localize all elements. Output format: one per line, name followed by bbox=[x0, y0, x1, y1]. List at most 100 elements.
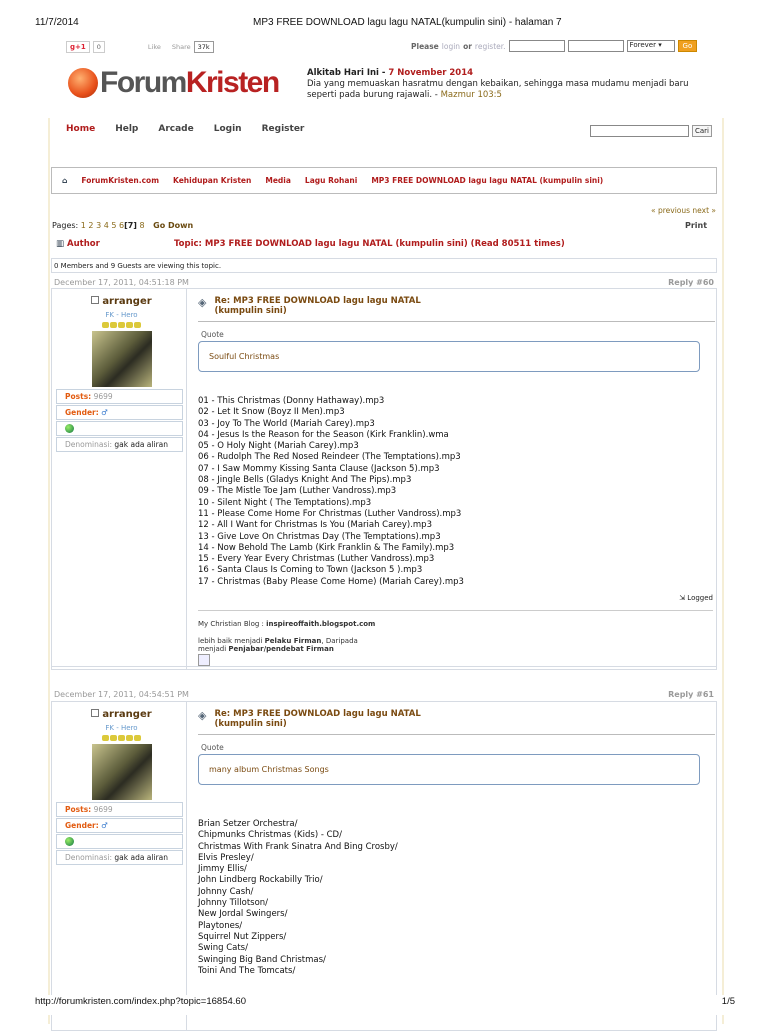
share-button[interactable]: Share bbox=[172, 43, 191, 51]
breadcrumb-item[interactable]: MP3 FREE DOWNLOAD lagu lagu NATAL (kumpu… bbox=[371, 176, 603, 185]
page-link[interactable]: 4 bbox=[104, 221, 109, 230]
post-title[interactable]: Re: MP3 FREE DOWNLOAD lagu lagu NATAL (k… bbox=[214, 296, 444, 316]
offline-icon bbox=[91, 709, 100, 717]
list-item: 04 - Jesus Is the Reason for the Season … bbox=[198, 429, 449, 440]
male-icon: ♂ bbox=[101, 821, 108, 830]
author-column-label: Author bbox=[67, 239, 100, 249]
search-input[interactable] bbox=[590, 125, 689, 137]
nav-login[interactable]: Login bbox=[214, 124, 242, 134]
list-item: New Jordal Swingers/ bbox=[198, 909, 288, 920]
signature: My Christian Blog : inspireoffaith.blogs… bbox=[198, 610, 713, 667]
post-body: ◈ Re: MP3 FREE DOWNLOAD lagu lagu NATAL … bbox=[198, 709, 715, 977]
list-item: Elvis Presley/ bbox=[198, 852, 254, 863]
avatar bbox=[91, 744, 152, 800]
posts-count: Posts: 9699 bbox=[56, 802, 183, 817]
print-title: MP3 FREE DOWNLOAD lagu lagu NATAL(kumpul… bbox=[253, 17, 562, 28]
topic-title: Topic: MP3 FREE DOWNLOAD lagu lagu NATAL… bbox=[174, 239, 565, 249]
login-prompt: Please bbox=[411, 41, 439, 51]
list-item: 13 - Give Love On Christmas Day (The Tem… bbox=[198, 531, 441, 542]
list-item: Johnny Cash/ bbox=[198, 886, 254, 897]
list-item: 01 - This Christmas (Donny Hathaway).mp3 bbox=[198, 396, 385, 406]
logo-text-kristen: Kristen bbox=[185, 66, 280, 99]
search-button[interactable]: Cari bbox=[692, 125, 712, 137]
page-link[interactable]: 2 bbox=[88, 221, 93, 230]
offline-icon bbox=[91, 296, 100, 304]
breadcrumb-item[interactable]: Lagu Rohani bbox=[305, 176, 357, 185]
list-item: 14 - Now Behold The Lamb (Kirk Franklin … bbox=[198, 542, 455, 553]
username-input[interactable] bbox=[508, 40, 565, 52]
denomination: Denominasi: gak ada aliran bbox=[56, 850, 183, 865]
login-link[interactable]: login bbox=[442, 42, 460, 51]
verse-date: 7 November 2014 bbox=[388, 68, 474, 78]
print-date: 11/7/2014 bbox=[35, 17, 79, 28]
page-link[interactable]: 3 bbox=[96, 221, 101, 230]
logged-icon: ⇲ bbox=[679, 594, 686, 603]
rank-stars bbox=[58, 321, 185, 330]
page-link[interactable]: 8 bbox=[140, 221, 145, 230]
member-rank: FK - Hero bbox=[105, 311, 138, 319]
list-item: 09 - The Mistle Toe Jam (Luther Vandross… bbox=[198, 486, 397, 497]
blog-link[interactable]: inspireoffaith.blogspot.com bbox=[266, 620, 375, 628]
author-name[interactable]: arranger bbox=[102, 709, 151, 720]
nav-register[interactable]: Register bbox=[262, 124, 305, 134]
print-link[interactable]: Print bbox=[685, 221, 707, 230]
list-item: Christmas With Frank Sinatra And Bing Cr… bbox=[198, 841, 398, 852]
author-name[interactable]: arranger bbox=[102, 296, 151, 307]
nav-arcade[interactable]: Arcade bbox=[158, 124, 193, 134]
post-title[interactable]: Re: MP3 FREE DOWNLOAD lagu lagu NATAL (k… bbox=[214, 709, 444, 729]
nav-home[interactable]: Home bbox=[66, 124, 95, 134]
list-item: Toini And The Tomcats/ bbox=[198, 965, 296, 976]
list-item: 02 - Let It Snow (Boyz II Men).mp3 bbox=[198, 407, 345, 418]
list-item: Chipmunks Christmas (Kids) - CD/ bbox=[198, 830, 342, 841]
go-button[interactable]: Go bbox=[677, 40, 698, 52]
breadcrumb-item[interactable]: Media bbox=[265, 176, 291, 185]
list-item: 12 - All I Want for Christmas Is You (Ma… bbox=[198, 520, 432, 531]
page-link[interactable]: 1 bbox=[81, 221, 86, 230]
list-item: 15 - Every Year Every Christmas (Luther … bbox=[198, 554, 435, 565]
like-button[interactable]: Like bbox=[148, 43, 161, 51]
quote-label: Quote bbox=[201, 743, 224, 752]
list-item: Swing Cats/ bbox=[198, 943, 248, 954]
footer-page: 1/5 bbox=[721, 996, 735, 1007]
list-item: 05 - O Holy Night (Mariah Carey).mp3 bbox=[198, 441, 359, 452]
list-item: 03 - Joy To The World (Mariah Carey).mp3 bbox=[198, 418, 375, 429]
list-item: 17 - Christmas (Baby Please Come Home) (… bbox=[198, 576, 464, 587]
go-down-link[interactable]: Go Down bbox=[153, 221, 193, 230]
reply-number[interactable]: Reply #61 bbox=[668, 690, 714, 699]
website bbox=[56, 834, 183, 849]
forumkristen-logo[interactable]: Forum Kristen bbox=[68, 66, 280, 100]
breadcrumb: ⌂ ForumKristen.com Kehidupan Kristen Media L… bbox=[51, 167, 717, 194]
pagination: Pages: 1 2 3 4 5 6[7] 8 Go Down bbox=[52, 221, 193, 230]
list-item: 08 - Jingle Bells (Gladys Knight And The… bbox=[198, 475, 412, 486]
gplus-button[interactable]: g+1 bbox=[66, 41, 90, 53]
globe-icon[interactable] bbox=[65, 837, 74, 846]
album-list: Brian Setzer Orchestra/Chipmunks Christm… bbox=[198, 819, 713, 977]
viewing-info: 0 Members and 9 Guests are viewing this … bbox=[51, 258, 717, 273]
breadcrumb-item[interactable]: ForumKristen.com bbox=[81, 176, 159, 185]
gender: Gender: ♂ bbox=[56, 818, 183, 833]
list-item: Swinging Big Band Christmas/ bbox=[198, 954, 326, 965]
prev-next-links[interactable]: « previous next » bbox=[651, 206, 716, 215]
page-link[interactable]: 5 bbox=[111, 221, 116, 230]
duration-select[interactable]: Forever ▾ bbox=[626, 40, 675, 52]
pages-label: Pages: bbox=[52, 221, 79, 230]
reply-number[interactable]: Reply #60 bbox=[668, 278, 714, 287]
home-icon[interactable]: ⌂ bbox=[62, 176, 67, 185]
quote-block: many album Christmas Songs bbox=[198, 754, 700, 785]
nav-help[interactable]: Help bbox=[115, 124, 138, 134]
register-link[interactable]: register. bbox=[475, 42, 506, 51]
password-input[interactable] bbox=[567, 40, 624, 52]
avatar bbox=[91, 331, 152, 387]
list-item: 06 - Rudolph The Red Nosed Reindeer (The… bbox=[198, 452, 461, 463]
member-rank: FK - Hero bbox=[105, 724, 138, 732]
broken-image-icon bbox=[198, 654, 210, 667]
globe-icon[interactable] bbox=[65, 424, 74, 433]
list-item: John Lindberg Rockabilly Trio/ bbox=[198, 875, 323, 886]
breadcrumb-item[interactable]: Kehidupan Kristen bbox=[173, 176, 251, 185]
verse-ref[interactable]: Mazmur 103:5 bbox=[441, 90, 502, 100]
login-or: or bbox=[463, 41, 472, 51]
post-author-panel: arranger FK - Hero Posts: 9699 Gender: ♂… bbox=[56, 296, 185, 453]
topic-header: ▥ Author bbox=[56, 239, 100, 249]
current-page: [7] bbox=[124, 221, 137, 230]
list-item: Jimmy Ellis/ bbox=[198, 864, 247, 875]
